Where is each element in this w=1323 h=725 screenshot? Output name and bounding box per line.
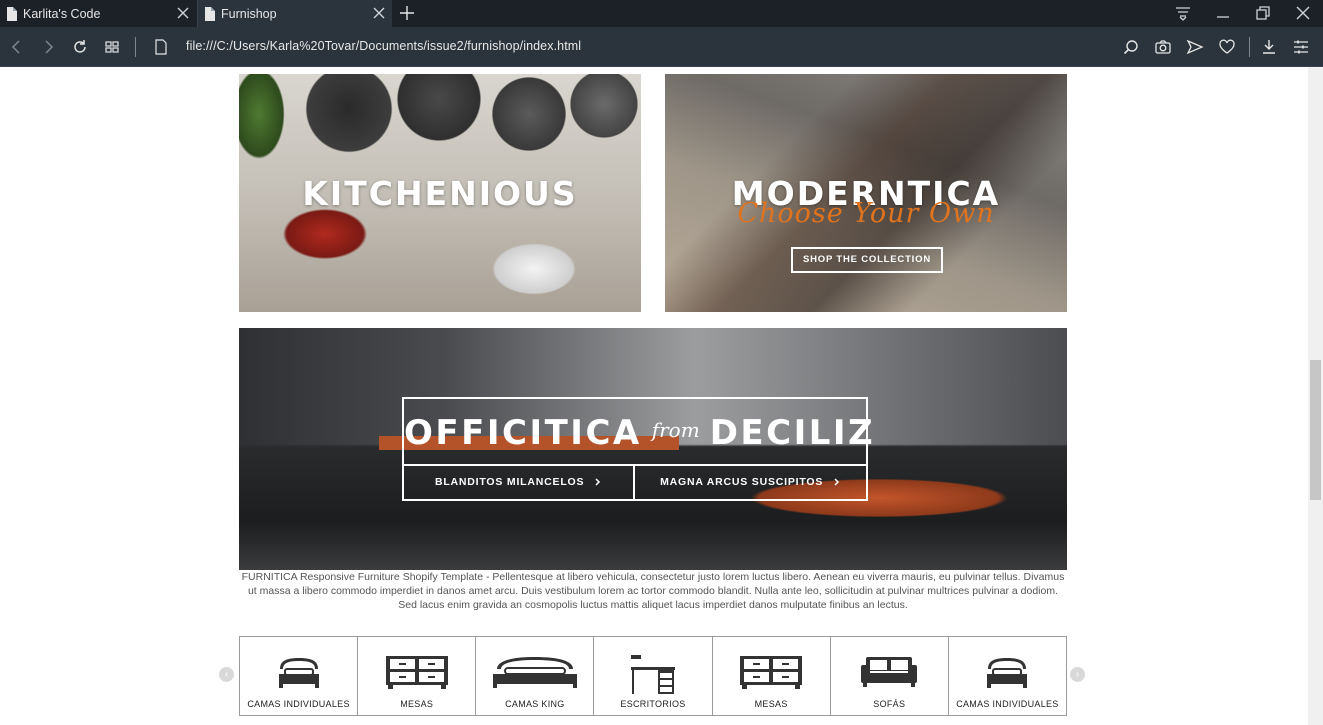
chevron-right-icon <box>834 478 839 486</box>
separator <box>135 37 136 57</box>
close-icon[interactable] <box>176 6 190 20</box>
settings-icon[interactable] <box>1292 38 1310 56</box>
address-bar[interactable]: file:///C:/Users/Karla%20Tovar/Documents… <box>186 39 581 53</box>
tab-bar: Karlita's Code Furnishop <box>0 0 1323 27</box>
back-icon[interactable] <box>8 38 26 56</box>
scrollbar-thumb[interactable] <box>1310 360 1321 500</box>
category-label: SOFÁS <box>873 699 906 709</box>
category-item[interactable]: SOFÁS <box>831 637 949 715</box>
reload-icon[interactable] <box>71 38 89 56</box>
shop-collection-button[interactable]: SHOP THE COLLECTION <box>791 247 943 273</box>
banner-title: KITCHENIOUS <box>302 174 578 213</box>
category-label: MESAS <box>400 699 434 709</box>
single-bed-icon <box>278 658 319 688</box>
close-window-icon[interactable] <box>1294 4 1312 22</box>
desk-icon <box>630 655 675 694</box>
chevron-right-icon <box>595 478 601 486</box>
headline-word: OFFICITICA <box>404 413 642 453</box>
search-icon[interactable] <box>1122 38 1140 56</box>
tab-karlitas-code[interactable]: Karlita's Code <box>0 0 196 27</box>
tab-furnishop[interactable]: Furnishop <box>197 0 392 27</box>
category-label: ESCRITORIOS <box>620 699 686 709</box>
file-icon <box>155 39 167 55</box>
tab-menu-icon[interactable] <box>1174 4 1192 22</box>
kitchen-banner[interactable]: KITCHENIOUS <box>239 74 641 312</box>
blanditos-button[interactable]: BLANDITOS MILANCELOS <box>404 464 635 501</box>
tab-label: Furnishop <box>221 6 277 21</box>
speed-dial-icon[interactable] <box>103 38 121 56</box>
dresser-icon <box>740 656 803 689</box>
category-item[interactable]: MESAS <box>358 637 477 715</box>
category-label: CAMAS KING <box>505 699 565 709</box>
minimize-icon[interactable] <box>1214 4 1232 22</box>
office-headline-box: OFFICITICA from DECILIZ BLANDITOS MILANCEL… <box>402 397 873 501</box>
send-icon[interactable] <box>1186 38 1204 56</box>
category-item[interactable]: CAMAS KING <box>476 637 595 715</box>
category-item[interactable]: CAMAS INDIVIDUALES <box>949 637 1066 715</box>
office-banner: OFFICITICA from DECILIZ BLANDITOS MILANCEL… <box>239 328 1067 570</box>
carousel-next-button[interactable]: › <box>1070 667 1085 682</box>
download-icon[interactable] <box>1260 38 1278 56</box>
category-item[interactable]: MESAS <box>713 637 831 715</box>
page-viewport: KITCHENIOUS MODERNTICA Choose Your Own S… <box>0 67 1308 725</box>
file-icon <box>7 6 17 21</box>
forward-icon[interactable] <box>39 38 57 56</box>
plus-icon[interactable] <box>398 4 416 22</box>
headline-word: DECILIZ <box>709 413 876 453</box>
office-headline: OFFICITICA from DECILIZ <box>404 413 873 453</box>
category-carousel: CAMAS INDIVIDUALES MESAS CAMAS KING ESCR… <box>239 636 1067 716</box>
navigation-bar: file:///C:/Users/Karla%20Tovar/Documents… <box>0 27 1323 67</box>
carousel-prev-button[interactable]: ‹ <box>219 667 234 682</box>
category-label: CAMAS INDIVIDUALES <box>247 699 350 709</box>
headline-connector: from <box>651 418 700 442</box>
category-item[interactable]: CAMAS INDIVIDUALES <box>240 637 359 715</box>
category-label: CAMAS INDIVIDUALES <box>956 699 1059 709</box>
banner-script-subtitle: Choose Your Own <box>737 198 995 229</box>
file-icon <box>205 6 215 21</box>
tab-label: Karlita's Code <box>23 6 101 21</box>
close-icon[interactable] <box>372 6 386 20</box>
button-label: BLANDITOS MILANCELOS <box>434 476 585 488</box>
category-label: MESAS <box>754 699 788 709</box>
modern-banner[interactable]: MODERNTICA Choose Your Own SHOP THE COLL… <box>665 74 1067 312</box>
camera-icon[interactable] <box>1154 38 1172 56</box>
separator <box>1249 37 1250 57</box>
heart-icon[interactable] <box>1218 38 1236 56</box>
button-label: MAGNA ARCUS SUSCIPITOS <box>660 476 824 488</box>
dresser-icon <box>385 656 448 689</box>
king-bed-icon <box>492 657 577 688</box>
category-item[interactable]: ESCRITORIOS <box>594 637 713 715</box>
restore-icon[interactable] <box>1254 4 1272 22</box>
store-description: FURNITICA Responsive Furniture Shopify T… <box>241 571 1065 611</box>
sofa-icon <box>861 657 918 687</box>
magna-arcus-button[interactable]: MAGNA ARCUS SUSCIPITOS <box>635 464 866 501</box>
single-bed-icon <box>987 658 1028 688</box>
